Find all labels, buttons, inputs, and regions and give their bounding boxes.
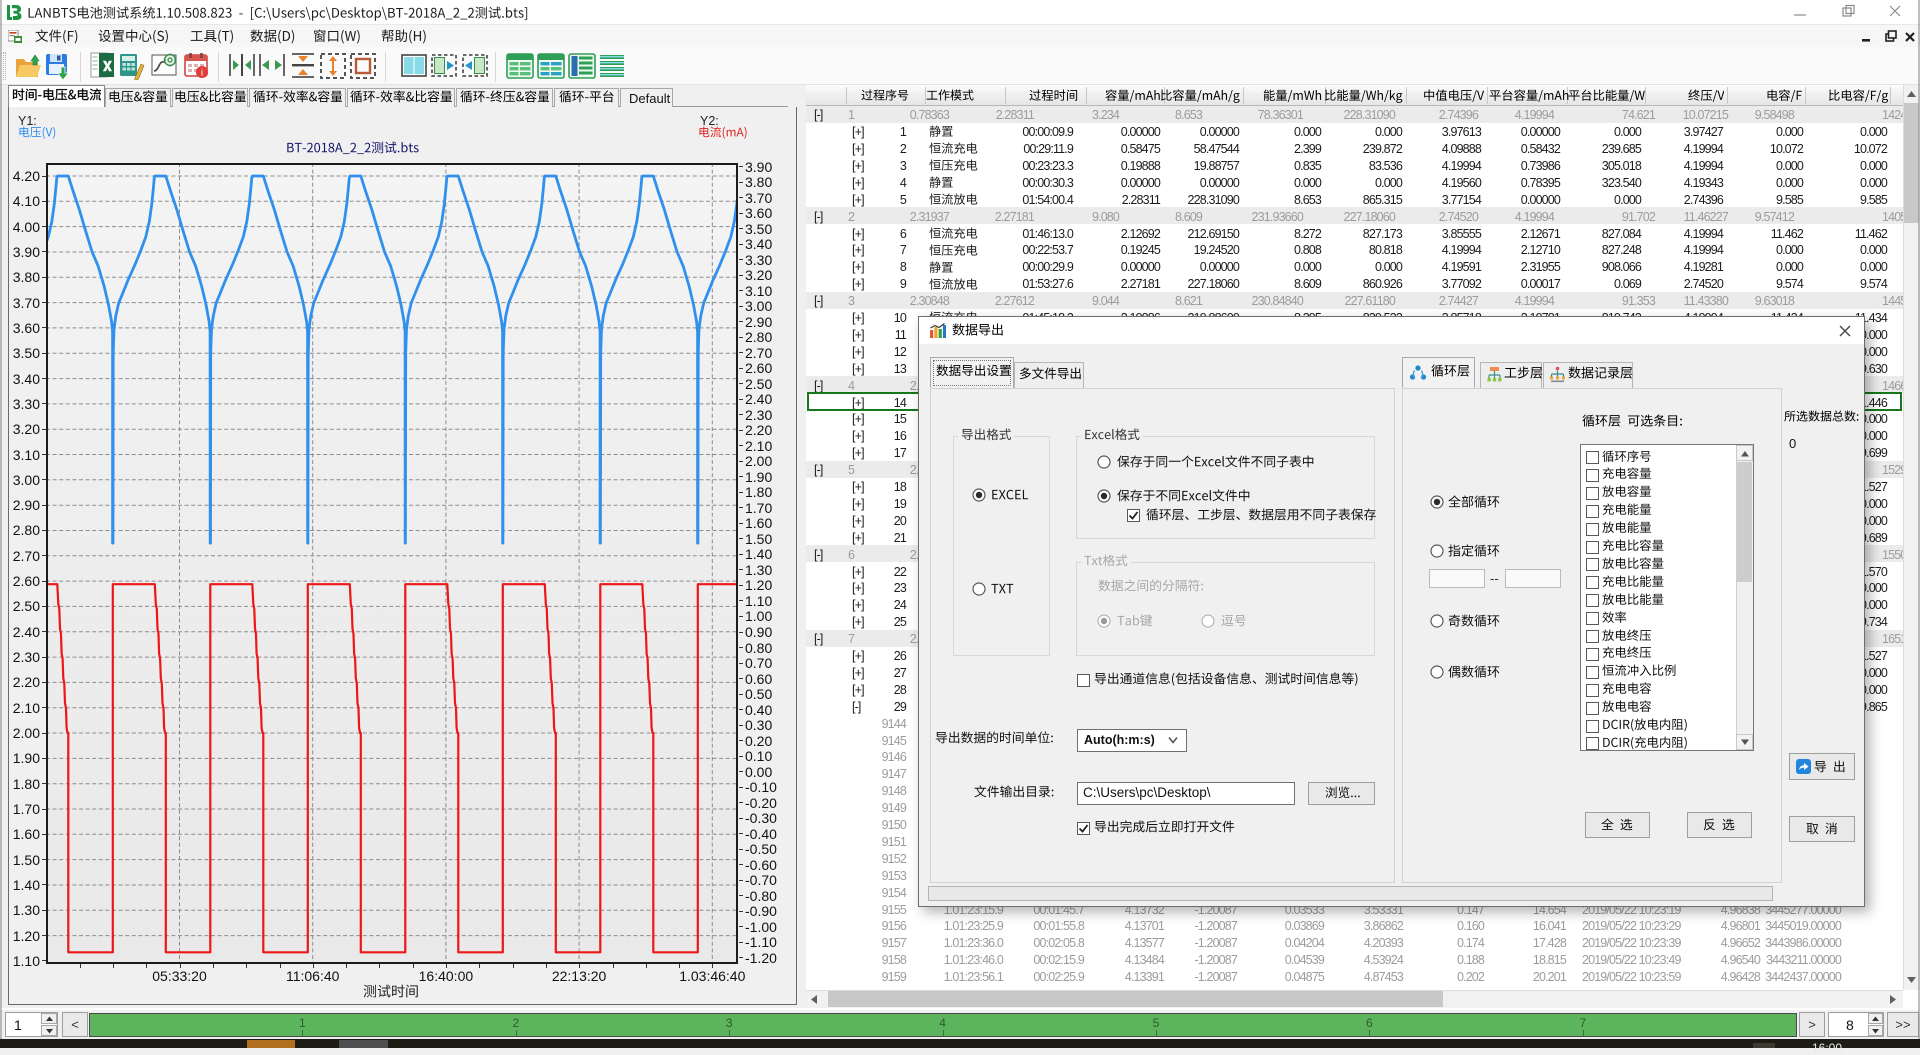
svg-text:i: i — [201, 68, 203, 79]
